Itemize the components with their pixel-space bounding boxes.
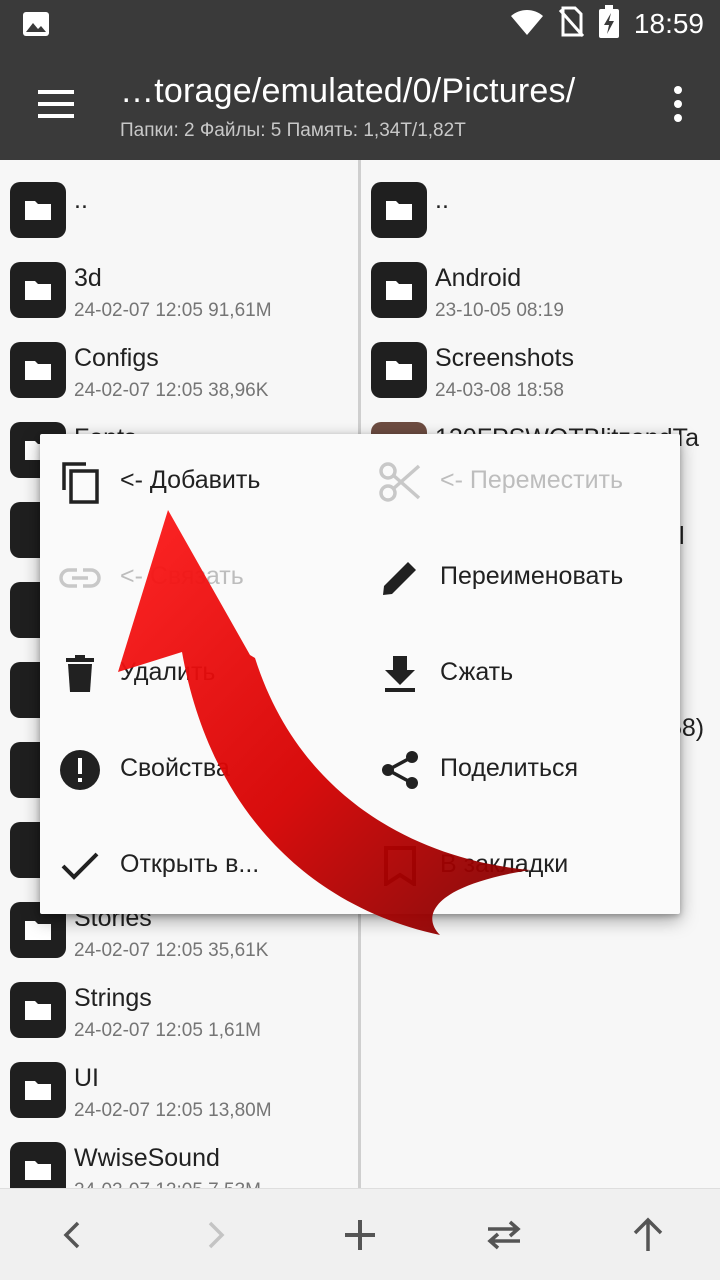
arrow-up-icon[interactable] — [624, 1211, 672, 1259]
menu-item-properties[interactable]: Свойства — [40, 722, 360, 818]
link-icon — [58, 554, 102, 602]
item-name: .. — [435, 186, 449, 214]
item-name: Strings — [74, 984, 152, 1012]
menu-item-label: В закладки — [440, 850, 569, 878]
menu-item-label: Свойства — [120, 754, 230, 782]
image-icon — [22, 11, 50, 42]
item-meta: 24-02-07 12:05 38,96K — [74, 380, 269, 401]
folder-icon — [10, 1062, 66, 1118]
copy-icon — [58, 458, 102, 506]
menu-item-delete[interactable]: Удалить — [40, 626, 360, 722]
menu-item-label: <- Добавить — [120, 466, 261, 494]
list-item[interactable]: .. — [361, 172, 720, 252]
item-name: Screenshots — [435, 344, 574, 372]
menu-item-link[interactable]: <- Связать — [40, 530, 360, 626]
item-meta: 24-02-07 12:05 1,61M — [74, 1020, 261, 1041]
item-meta: 23-10-05 08:19 — [435, 300, 564, 321]
item-meta: 24-02-07 12:05 35,61K — [74, 940, 269, 961]
path-title: …torage/emulated/0/Pictures/ — [120, 72, 576, 110]
pencil-icon — [378, 554, 422, 602]
overflow-menu-icon[interactable] — [666, 84, 690, 124]
item-meta: 24-02-07 12:05 91,61M — [74, 300, 272, 321]
menu-item-label: Переименовать — [440, 562, 624, 590]
folder-icon — [10, 342, 66, 398]
list-item[interactable]: UI 24-02-07 12:05 13,80M — [0, 1052, 358, 1132]
menu-item-share[interactable]: Поделиться — [360, 722, 680, 818]
status-time: 18:59 — [633, 8, 704, 39]
folder-icon — [10, 982, 66, 1038]
menu-item-label: Удалить — [120, 658, 216, 686]
list-item[interactable]: Strings 24-02-07 12:05 1,61M — [0, 972, 358, 1052]
context-menu: <- Добавить <- Переместить <- Связать Пе… — [40, 434, 680, 914]
item-name: Configs — [74, 344, 159, 372]
list-item[interactable]: WwiseSound 24-02-07 12:05 7,53M — [0, 1132, 358, 1188]
path-stats: Папки: 2 Файлы: 5 Память: 1,34T/1,82T — [120, 120, 466, 141]
menu-item-label: Сжать — [440, 658, 514, 686]
list-item[interactable]: 3d 24-02-07 12:05 91,61M — [0, 252, 358, 332]
check-icon — [58, 842, 102, 890]
folder-icon — [371, 342, 427, 398]
menu-item-add[interactable]: <- Добавить — [40, 434, 360, 530]
swap-icon[interactable] — [480, 1211, 528, 1259]
folder-icon — [10, 182, 66, 238]
list-item[interactable]: Screenshots 24-03-08 18:58 — [361, 332, 720, 412]
item-name: WwiseSound — [74, 1144, 220, 1172]
item-meta: 24-02-07 12:05 13,80M — [74, 1100, 272, 1121]
toolbar: …torage/emulated/0/Pictures/ Папки: 2 Фа… — [0, 48, 720, 160]
list-item[interactable]: Android 23-10-05 08:19 — [361, 252, 720, 332]
item-name: .. — [74, 186, 88, 214]
item-meta: 24-03-08 18:58 — [435, 380, 564, 401]
menu-item-rename[interactable]: Переименовать — [360, 530, 680, 626]
menu-item-label: <- Связать — [120, 562, 244, 590]
menu-item-move[interactable]: <- Переместить — [360, 434, 680, 530]
status-bar: 18:59 — [0, 0, 720, 48]
chevron-right-icon[interactable] — [192, 1211, 240, 1259]
list-item[interactable]: Configs 24-02-07 12:05 38,96K — [0, 332, 358, 412]
list-item[interactable]: .. — [0, 172, 358, 252]
folder-icon — [371, 182, 427, 238]
menu-item-label: Открыть в... — [120, 850, 260, 878]
item-name: Android — [435, 264, 522, 292]
menu-item-label: <- Переместить — [440, 466, 624, 494]
folder-icon — [10, 1142, 66, 1188]
menu-item-open-with[interactable]: Открыть в... — [40, 818, 360, 914]
item-name: UI — [74, 1064, 99, 1092]
menu-item-compress[interactable]: Сжать — [360, 626, 680, 722]
trash-icon — [58, 650, 102, 698]
wifi-icon — [510, 8, 544, 41]
menu-item-label: Поделиться — [440, 754, 579, 782]
folder-icon — [10, 262, 66, 318]
download-icon — [378, 650, 422, 698]
battery-charging-icon — [598, 4, 620, 44]
menu-item-bookmark[interactable]: В закладки — [360, 818, 680, 914]
chevron-left-icon[interactable] — [48, 1211, 96, 1259]
info-icon — [58, 746, 102, 794]
folder-icon — [371, 262, 427, 318]
plus-icon[interactable] — [336, 1211, 384, 1259]
menu-icon[interactable] — [36, 86, 76, 122]
item-name: 3d — [74, 264, 102, 292]
bookmark-icon — [378, 842, 422, 890]
no-sim-icon — [558, 6, 585, 43]
item-meta: 24-02-07 12:05 7,53M — [74, 1180, 261, 1188]
bottom-toolbar — [0, 1188, 720, 1280]
share-icon — [378, 746, 422, 794]
scissors-icon — [378, 458, 422, 506]
